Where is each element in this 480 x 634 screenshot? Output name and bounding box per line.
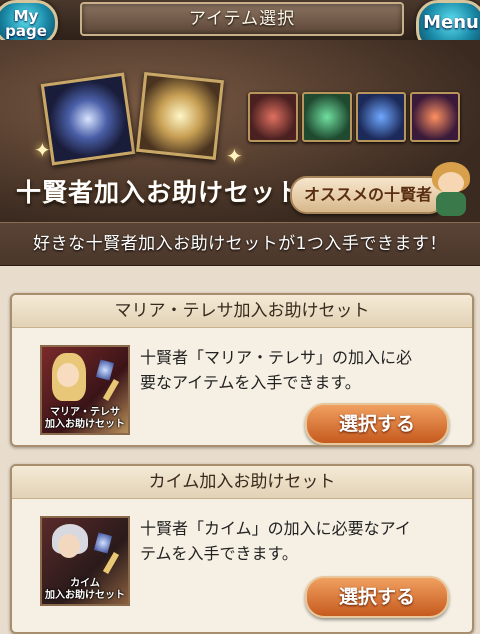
select-button[interactable]: 選択する xyxy=(305,403,449,445)
instruction-text: 好きな十賢者加入お助けセットが1つ入手できます！ xyxy=(0,222,480,266)
blue-card-item-icon xyxy=(356,92,406,142)
scroll-item-icon xyxy=(136,72,224,160)
green-emblem-item-icon xyxy=(302,92,352,142)
card-title: マリア・テレサ加入お助けセット xyxy=(12,295,472,328)
card-title: カイム加入お助けセット xyxy=(12,466,472,499)
red-ring-item-icon xyxy=(248,92,298,142)
description-line: 十賢者「マリア・テレサ」の加入に必 xyxy=(140,348,413,367)
orange-orb-item-icon xyxy=(410,92,460,142)
thumb-caption: 加入お助けセット xyxy=(45,419,125,430)
promo-banner: ✦ ✦ 十賢者加入お助けセット オススメの十賢者 xyxy=(0,40,480,222)
page-title: アイテム選択 xyxy=(80,2,404,36)
set-thumbnail: マリア・テレサ 加入お助けセット xyxy=(40,345,130,435)
card-description: 十賢者「カイム」の加入に必要なアイ テムを入手できます。 xyxy=(140,516,462,566)
banner-title: 十賢者加入お助けセット xyxy=(16,178,303,207)
menu-label: Menu xyxy=(423,12,479,33)
select-button[interactable]: 選択する xyxy=(305,576,449,618)
description-line: テムを入手できます。 xyxy=(140,544,298,563)
sparkle-icon: ✦ xyxy=(34,138,51,162)
set-card-caim: カイム加入お助けセット カイム 加入お助けセット 十賢者「カイム」の加入に必要な… xyxy=(10,464,474,634)
description-line: 十賢者「カイム」の加入に必要なアイ xyxy=(140,519,411,538)
thumb-caption: マリア・テレサ xyxy=(50,407,120,418)
crystal-item-icon xyxy=(40,72,136,166)
set-thumbnail: カイム 加入お助けセット xyxy=(40,516,130,606)
card-description: 十賢者「マリア・テレサ」の加入に必 要なアイテムを入手できます。 xyxy=(140,345,462,395)
mypage-label: My page xyxy=(5,7,47,40)
recommend-button[interactable]: オススメの十賢者 xyxy=(290,176,446,214)
sparkle-icon: ✦ xyxy=(226,144,243,168)
thumb-caption: カイム xyxy=(70,578,100,589)
thumb-caption: 加入お助けセット xyxy=(45,590,125,601)
description-line: 要なアイテムを入手できます。 xyxy=(140,373,361,392)
chibi-character-icon xyxy=(426,158,476,218)
set-card-maria-theresa: マリア・テレサ加入お助けセット マリア・テレサ 加入お助けセット 十賢者「マリア… xyxy=(10,293,474,447)
